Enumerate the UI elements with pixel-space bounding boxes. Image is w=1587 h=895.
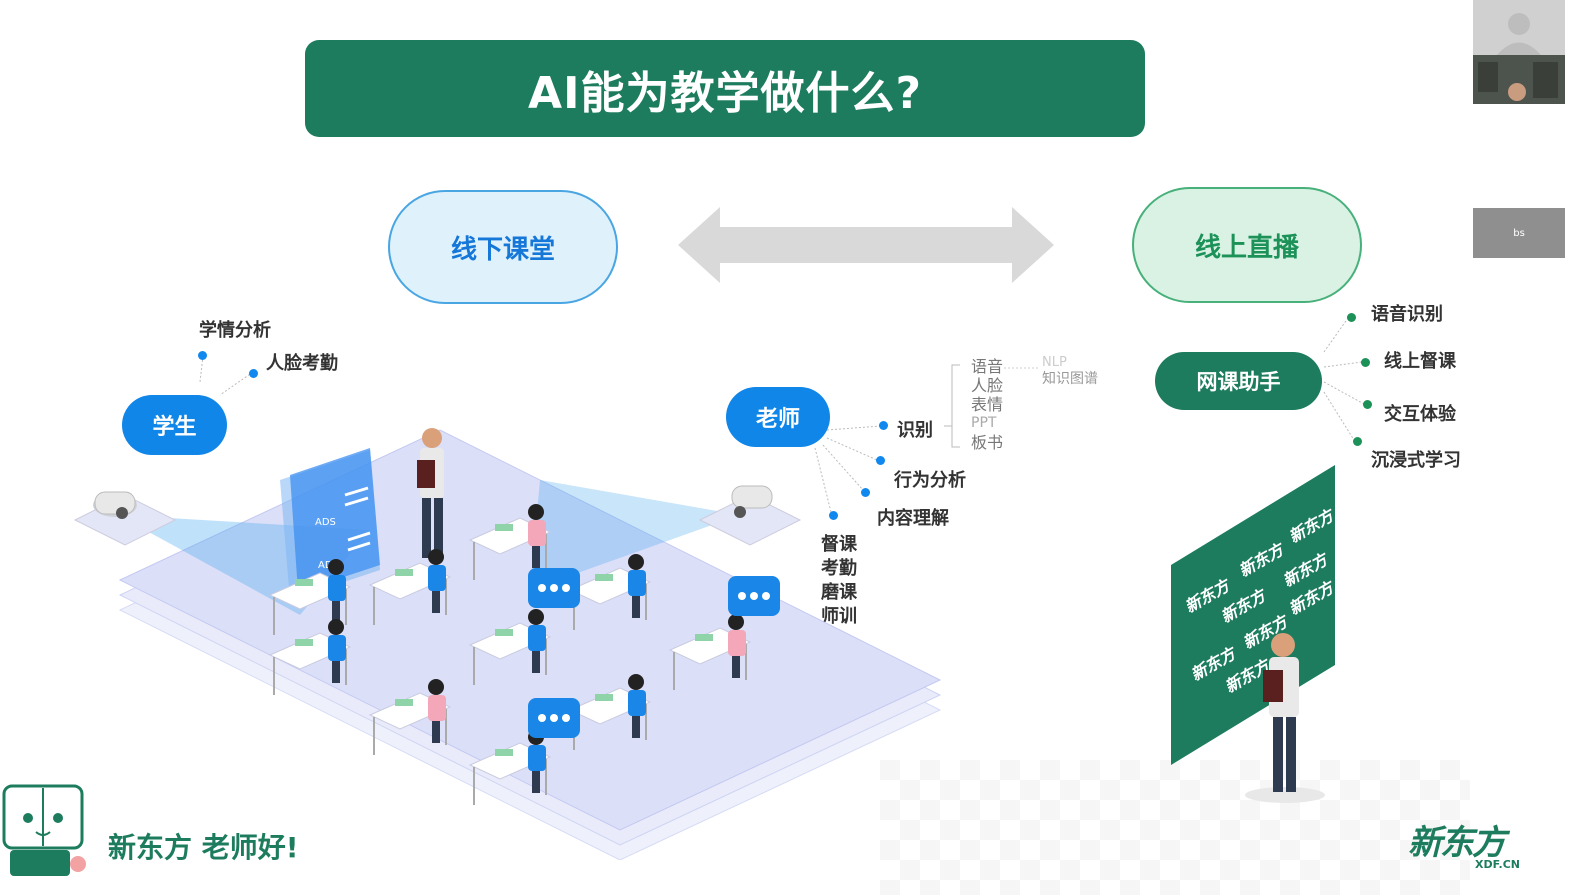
- recognition-sub-item: 知识图谱: [1042, 371, 1098, 387]
- recognition-sub-item: NLP: [1042, 355, 1067, 370]
- presentation-slide: AI能为教学做什么? 线下课堂 线上直播 学生 学情分析 人脸考勤 老师 识别 …: [0, 0, 1587, 895]
- double-arrow-icon: [678, 207, 1054, 283]
- assistant-feature: 线上督课: [1384, 351, 1456, 372]
- online-assistant-node: 网课助手: [1155, 352, 1322, 410]
- dot-icon: [1363, 400, 1372, 409]
- recognition-item: 语音: [971, 357, 1004, 376]
- chat-bubble-icon: [528, 698, 580, 738]
- brand-name-cn: 新东方: [1408, 823, 1506, 863]
- chat-bubble-icon: [528, 568, 580, 608]
- slide-title: AI能为教学做什么?: [528, 67, 922, 119]
- online-board-illustration: 新东方 新东方 新东方 新东方 新东方 新东方 新东方 新东方 新东方: [1171, 465, 1339, 803]
- camera-icon: [698, 485, 802, 546]
- participant-avatar-icon: [1473, 0, 1565, 104]
- assistant-feature: 语音识别: [1371, 304, 1443, 325]
- chat-bubble-icon: [728, 576, 780, 616]
- webcam-thumbnail[interactable]: [1473, 0, 1565, 104]
- title-banner: AI能为教学做什么?: [305, 40, 1145, 137]
- offline-label: 线下课堂: [450, 234, 555, 265]
- offline-classroom-pill: 线下课堂: [388, 190, 618, 304]
- recognition-item: 人脸: [971, 376, 1004, 395]
- dot-icon: [249, 369, 258, 378]
- dot-icon: [1361, 358, 1370, 367]
- student-connectors: [199, 355, 254, 396]
- footer-slogan: 新东方 老师好!: [108, 831, 299, 864]
- assistant-connectors: [1323, 317, 1365, 441]
- student-feature-2: 人脸考勤: [266, 353, 338, 374]
- classroom-illustration: ADS ADS: [73, 428, 942, 860]
- online-live-pill: 线上直播: [1132, 187, 1362, 303]
- mascot-icon: [2, 784, 86, 876]
- side-panel-tab[interactable]: bs: [1473, 208, 1565, 258]
- assistant-feature: 沉浸式学习: [1371, 450, 1461, 471]
- online-label: 线上直播: [1194, 232, 1299, 263]
- dot-icon: [1353, 437, 1362, 446]
- recognition-list: 语音 人脸 表情 PPT 板书: [971, 357, 1003, 452]
- side-tab-label: bs: [1513, 227, 1525, 239]
- recognition-item: PPT: [971, 415, 997, 431]
- recognition-item: 表情: [971, 395, 1004, 414]
- dot-icon: [1347, 313, 1356, 322]
- recognition-item: 板书: [971, 433, 1004, 452]
- dot-icon: [198, 351, 207, 360]
- assistant-feature: 交互体验: [1384, 404, 1456, 425]
- recognition-sub-list: NLP 知识图谱: [1042, 354, 1098, 388]
- online-assistant-label: 网课助手: [1196, 370, 1281, 394]
- brand-logo: 新东方 XDF.CN: [1408, 815, 1528, 875]
- student-feature-1: 学情分析: [199, 320, 271, 341]
- screen-text-1: ADS: [315, 517, 336, 528]
